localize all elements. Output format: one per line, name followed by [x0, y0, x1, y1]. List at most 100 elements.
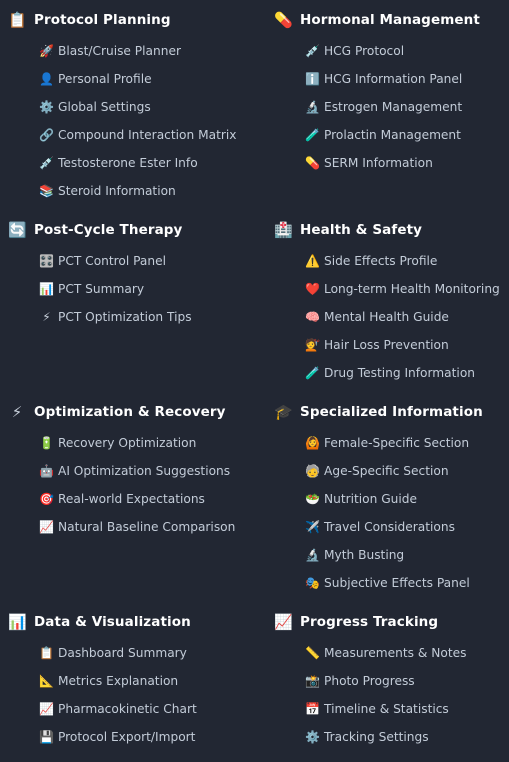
menu-item-label: Dashboard Summary [58, 646, 187, 660]
section-title: Specialized Information [300, 404, 483, 420]
section-hormonal-management: 💊 Hormonal Management 💉 HCG Protocol ℹ️ HCG I… [266, 0, 509, 210]
menu-item-recovery-optimization[interactable]: 🔋 Recovery Optimization [8, 429, 266, 457]
section-item-list: 🚀 Blast/Cruise Planner 👤 Personal Profile ⚙️… [8, 37, 266, 205]
robot-icon: 🤖 [39, 464, 54, 478]
section-title: Protocol Planning [34, 12, 171, 28]
menu-item-label: Long-term Health Monitoring [324, 282, 500, 296]
warning-icon: ⚠️ [305, 254, 320, 268]
menu-item-label: PCT Control Panel [58, 254, 166, 268]
menu-item-label: Pharmacokinetic Chart [58, 702, 197, 716]
menu-item-label: Side Effects Profile [324, 254, 438, 268]
menu-item-pharmacokinetic-chart[interactable]: 📈 Pharmacokinetic Chart [8, 695, 266, 723]
haircut-icon: 💇 [305, 338, 320, 352]
menu-item-steroid-information[interactable]: 📚 Steroid Information [8, 177, 266, 205]
section-header: 🏥 Health & Safety [274, 219, 509, 241]
info-icon: ℹ️ [305, 72, 320, 86]
menu-item-hair-loss-prevention[interactable]: 💇 Hair Loss Prevention [274, 331, 509, 359]
section-data-and-visualization: 📊 Data & Visualization 📋 Dashboard Summary 📐… [0, 602, 266, 762]
books-icon: 📚 [39, 184, 54, 198]
menu-item-myth-busting[interactable]: 🔬 Myth Busting [274, 541, 509, 569]
test-tube-icon: 🧪 [305, 366, 320, 380]
section-item-list: ⚠️ Side Effects Profile ❤️ Long-term Health… [274, 247, 509, 387]
lightning-icon: ⚡ [42, 310, 51, 324]
menu-item-metrics-explanation[interactable]: 📐 Metrics Explanation [8, 667, 266, 695]
section-item-list: 📏 Measurements & Notes 📸 Photo Progress 📅 Tim… [274, 639, 509, 751]
graduation-cap-icon: 🎓 [274, 403, 293, 421]
chart-up-icon: 📈 [39, 520, 54, 534]
clipboard-icon: 📋 [8, 11, 27, 29]
section-header: 📊 Data & Visualization [8, 611, 266, 633]
section-item-list: 🔋 Recovery Optimization 🤖 AI Optimization S… [8, 429, 266, 541]
menu-item-compound-interaction-matrix[interactable]: 🔗 Compound Interaction Matrix [8, 121, 266, 149]
bar-chart-icon: 📊 [39, 282, 54, 296]
menu-item-nutrition-guide[interactable]: 🥗 Nutrition Guide [274, 485, 509, 513]
menu-item-label: Mental Health Guide [324, 310, 449, 324]
menu-item-protocol-export-import[interactable]: 💾 Protocol Export/Import [8, 723, 266, 751]
menu-item-age-specific-section[interactable]: 🧓 Age-Specific Section [274, 457, 509, 485]
menu-item-tracking-settings[interactable]: ⚙️ Tracking Settings [274, 723, 509, 751]
section-item-list: 💉 HCG Protocol ℹ️ HCG Information Panel 🔬 Est… [274, 37, 509, 177]
section-title: Progress Tracking [300, 614, 439, 630]
clipboard-icon: 📋 [39, 646, 54, 660]
menu-item-dashboard-summary[interactable]: 📋 Dashboard Summary [8, 639, 266, 667]
menu-item-subjective-effects-panel[interactable]: 🎭 Subjective Effects Panel [274, 569, 509, 597]
menu-item-prolactin-management[interactable]: 🧪 Prolactin Management [274, 121, 509, 149]
menu-item-side-effects-profile[interactable]: ⚠️ Side Effects Profile [274, 247, 509, 275]
menu-item-label: Travel Considerations [324, 520, 455, 534]
menu-item-mental-health-guide[interactable]: 🧠 Mental Health Guide [274, 303, 509, 331]
lightning-icon: ⚡ [11, 403, 23, 421]
menu-item-long-term-health-monitoring[interactable]: ❤️ Long-term Health Monitoring [274, 275, 509, 303]
menu-item-timeline-and-statistics[interactable]: 📅 Timeline & Statistics [274, 695, 509, 723]
link-icon: 🔗 [39, 128, 54, 142]
menu-item-personal-profile[interactable]: 👤 Personal Profile [8, 65, 266, 93]
menu-item-label: Recovery Optimization [58, 436, 197, 450]
menu-item-label: Protocol Export/Import [58, 730, 196, 744]
menu-item-measurements-and-notes[interactable]: 📏 Measurements & Notes [274, 639, 509, 667]
menu-item-hcg-information-panel[interactable]: ℹ️ HCG Information Panel [274, 65, 509, 93]
menu-item-ai-optimization-suggestions[interactable]: 🤖 AI Optimization Suggestions [8, 457, 266, 485]
menu-item-label: Estrogen Management [324, 100, 463, 114]
menu-item-blast-cruise-planner[interactable]: 🚀 Blast/Cruise Planner [8, 37, 266, 65]
menu-item-label: Global Settings [58, 100, 151, 114]
menu-item-global-settings[interactable]: ⚙️ Global Settings [8, 93, 266, 121]
menu-item-photo-progress[interactable]: 📸 Photo Progress [274, 667, 509, 695]
menu-item-label: Photo Progress [324, 674, 415, 688]
cycle-arrows-icon: 🔄 [8, 221, 27, 239]
microscope-icon: 🔬 [305, 548, 320, 562]
menu-item-testosterone-ester-info[interactable]: 💉 Testosterone Ester Info [8, 149, 266, 177]
menu-item-hcg-protocol[interactable]: 💉 HCG Protocol [274, 37, 509, 65]
person-icon: 👤 [39, 72, 54, 86]
menu-item-label: Tracking Settings [324, 730, 429, 744]
salad-icon: 🥗 [305, 492, 320, 506]
menu-item-female-specific-section[interactable]: 🙆 Female-Specific Section [274, 429, 509, 457]
gear-icon: ⚙️ [39, 100, 54, 114]
camera-icon: 📸 [305, 674, 320, 688]
menu-item-real-world-expectations[interactable]: 🎯 Real-world Expectations [8, 485, 266, 513]
menu-item-travel-considerations[interactable]: ✈️ Travel Considerations [274, 513, 509, 541]
section-header: 📋 Protocol Planning [8, 9, 266, 31]
menu-item-label: Age-Specific Section [324, 464, 449, 478]
menu-item-label: PCT Optimization Tips [58, 310, 192, 324]
menu-item-serm-information[interactable]: 💊 SERM Information [274, 149, 509, 177]
menu-item-label: Steroid Information [58, 184, 176, 198]
triangle-ruler-icon: 📐 [39, 674, 54, 688]
menu-item-label: HCG Protocol [324, 44, 405, 58]
menu-item-natural-baseline-comparison[interactable]: 📈 Natural Baseline Comparison [8, 513, 266, 541]
syringe-icon: 💉 [305, 44, 320, 58]
older-person-icon: 🧓 [305, 464, 320, 478]
menu-item-drug-testing-information[interactable]: 🧪 Drug Testing Information [274, 359, 509, 387]
floppy-disk-icon: 💾 [39, 730, 54, 744]
syringe-icon: 💉 [39, 156, 54, 170]
hospital-icon: 🏥 [274, 221, 293, 239]
pill-icon: 💊 [274, 11, 293, 29]
menu-item-label: Real-world Expectations [58, 492, 205, 506]
section-title: Post-Cycle Therapy [34, 222, 183, 238]
menu-item-pct-summary[interactable]: 📊 PCT Summary [8, 275, 266, 303]
section-progress-tracking: 📈 Progress Tracking 📏 Measurements & Notes 📸… [266, 602, 509, 762]
menu-item-pct-optimization-tips[interactable]: ⚡ PCT Optimization Tips [8, 303, 266, 331]
menu-item-label: PCT Summary [58, 282, 145, 296]
menu-item-estrogen-management[interactable]: 🔬 Estrogen Management [274, 93, 509, 121]
brain-icon: 🧠 [305, 310, 320, 324]
menu-item-pct-control-panel[interactable]: 🎛️ PCT Control Panel [8, 247, 266, 275]
pill-icon: 💊 [305, 156, 320, 170]
